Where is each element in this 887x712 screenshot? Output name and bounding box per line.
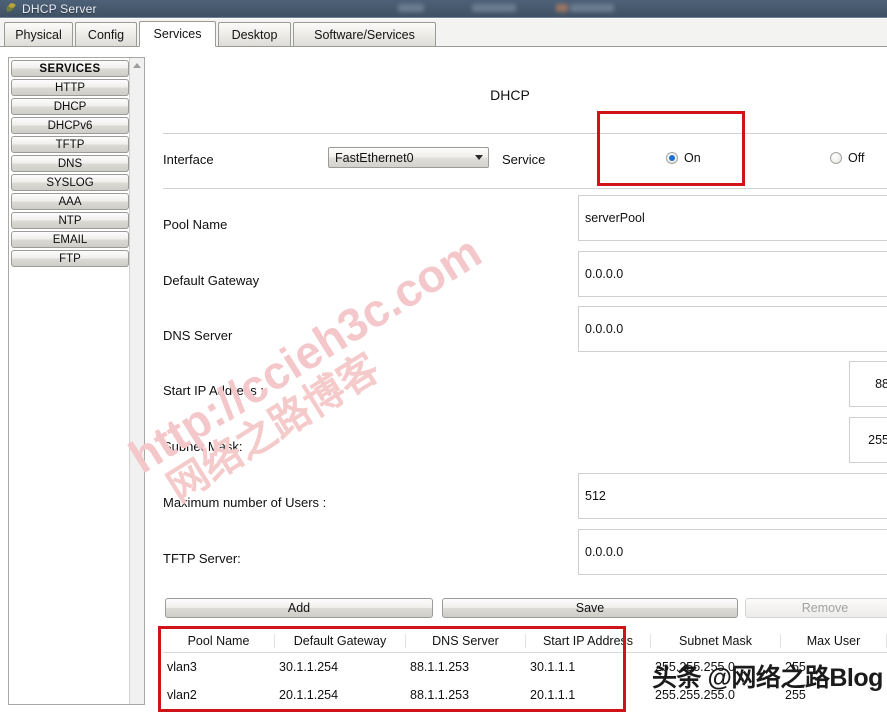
sidebar-item-dhcp[interactable]: DHCP	[11, 98, 129, 115]
table-row[interactable]: vlan3 30.1.1.254 88.1.1.253 30.1.1.1 255…	[163, 653, 887, 681]
dhcp-config-panel: DHCP Interface FastEthernet0 Service On …	[150, 57, 887, 712]
cell-default-gateway: 30.1.1.254	[279, 660, 339, 674]
tab-strip: Physical Config Services Desktop Softwar…	[0, 19, 887, 47]
dns-server-input[interactable]: 0.0.0.0	[578, 306, 887, 352]
tab-desktop[interactable]: Desktop	[218, 22, 291, 47]
cell-start-ip-address: 20.1.1.1	[530, 688, 576, 702]
remove-button[interactable]: Remove	[745, 598, 887, 618]
subnet-mask-label: Subnet Mask:	[163, 439, 243, 454]
tab-config[interactable]: Config	[75, 22, 137, 47]
cell-max-user: 255	[785, 660, 806, 674]
dhcp-server-window: DHCP Server Physical Config Services Des…	[0, 0, 887, 712]
column-header-dns-server[interactable]: DNS Server	[406, 633, 526, 648]
tftp-server-label: TFTP Server:	[163, 551, 241, 566]
divider-top	[163, 133, 887, 134]
services-list: SERVICES HTTP DHCP DHCPv6 TFTP DNS SYSLO…	[11, 60, 129, 269]
tab-software-services[interactable]: Software/Services	[293, 22, 436, 47]
start-ip-address-octet-input[interactable]: 88	[849, 361, 887, 407]
cell-subnet-mask: 255.255.255.0	[655, 660, 735, 674]
cell-default-gateway: 20.1.1.254	[279, 688, 339, 702]
cell-subnet-mask: 255.255.255.0	[655, 688, 735, 702]
sidebar-item-ntp[interactable]: NTP	[11, 212, 129, 229]
pool-name-label: Pool Name	[163, 217, 228, 232]
window-title: DHCP Server	[22, 1, 97, 16]
sidebar-item-tftp[interactable]: TFTP	[11, 136, 129, 153]
column-header-pool-name[interactable]: Pool Name	[163, 633, 275, 648]
scroll-up-arrow-icon[interactable]	[130, 58, 144, 72]
dhcp-pool-table: Pool Name Default Gateway DNS Server Sta…	[163, 629, 887, 709]
tab-physical[interactable]: Physical	[4, 22, 73, 47]
service-label: Service	[502, 152, 546, 167]
packet-tracer-icon	[4, 1, 18, 16]
table-row[interactable]: vlan2 20.1.1.254 88.1.1.253 20.1.1.1 255…	[163, 681, 887, 709]
sidebar-item-email[interactable]: EMAIL	[11, 231, 129, 248]
cell-dns-server: 88.1.1.253	[410, 688, 470, 702]
service-off-label: Off	[848, 151, 865, 165]
sidebar-item-dns[interactable]: DNS	[11, 155, 129, 172]
chevron-down-icon	[470, 155, 488, 160]
default-gateway-label: Default Gateway	[163, 273, 260, 288]
service-off-radio[interactable]: Off	[830, 151, 864, 165]
interface-select-value: FastEthernet0	[335, 150, 414, 165]
table-header-row: Pool Name Default Gateway DNS Server Sta…	[163, 629, 887, 653]
max-users-input[interactable]: 512	[578, 473, 887, 519]
cell-start-ip-address: 30.1.1.1	[530, 660, 576, 674]
column-header-default-gateway[interactable]: Default Gateway	[275, 633, 406, 648]
interface-select[interactable]: FastEthernet0	[328, 147, 489, 168]
column-header-max-user[interactable]: Max User	[781, 633, 887, 648]
service-on-radio[interactable]: On	[666, 151, 701, 165]
cell-max-user: 255	[785, 688, 806, 702]
start-ip-address-label: Start IP Address :	[163, 383, 264, 398]
max-users-label: Maximum number of Users :	[163, 495, 327, 510]
service-on-label: On	[684, 151, 701, 165]
subnet-mask-octet-input[interactable]: 255	[849, 417, 887, 463]
page-title: DHCP	[490, 87, 530, 103]
pool-name-input[interactable]: serverPool	[578, 195, 887, 241]
divider-bottom	[163, 188, 887, 189]
sidebar-item-ftp[interactable]: FTP	[11, 250, 129, 267]
window-titlebar: DHCP Server	[0, 0, 887, 18]
save-button[interactable]: Save	[442, 598, 738, 618]
sidebar-item-aaa[interactable]: AAA	[11, 193, 129, 210]
sidebar-scrollbar[interactable]	[129, 58, 144, 704]
sidebar-item-http[interactable]: HTTP	[11, 79, 129, 96]
cell-dns-server: 88.1.1.253	[410, 660, 470, 674]
column-header-subnet-mask[interactable]: Subnet Mask	[651, 633, 781, 648]
cell-pool-name: vlan3	[167, 660, 197, 674]
radio-on-icon	[666, 152, 678, 164]
interface-label: Interface	[163, 152, 214, 167]
sidebar-item-syslog[interactable]: SYSLOG	[11, 174, 129, 191]
sidebar-header-services: SERVICES	[11, 60, 129, 77]
cell-pool-name: vlan2	[167, 688, 197, 702]
column-header-start-ip-address[interactable]: Start IP Address	[526, 633, 651, 648]
radio-off-icon	[830, 152, 842, 164]
sidebar-item-dhcpv6[interactable]: DHCPv6	[11, 117, 129, 134]
add-button[interactable]: Add	[165, 598, 433, 618]
default-gateway-input[interactable]: 0.0.0.0	[578, 251, 887, 297]
tftp-server-input[interactable]: 0.0.0.0	[578, 529, 887, 575]
dns-server-label: DNS Server	[163, 328, 233, 343]
tab-services[interactable]: Services	[139, 21, 216, 47]
services-sidebar: SERVICES HTTP DHCP DHCPv6 TFTP DNS SYSLO…	[8, 57, 145, 705]
